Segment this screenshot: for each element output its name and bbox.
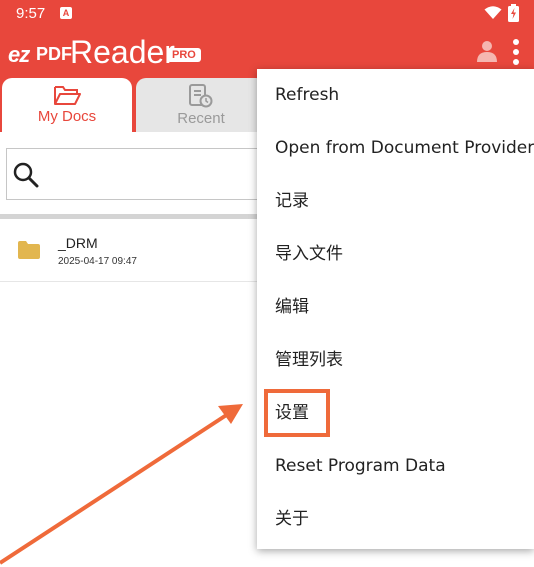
menu-item-history[interactable]: 记录	[257, 175, 534, 228]
menu-item-about[interactable]: 关于	[257, 493, 534, 546]
menu-item-import-file[interactable]: 导入文件	[257, 228, 534, 281]
menu-item-edit[interactable]: 编辑	[257, 281, 534, 334]
menu-item-refresh[interactable]: Refresh	[257, 69, 534, 122]
overflow-menu: Refresh Open from Document Provider 记录 导…	[257, 69, 534, 549]
settings-highlight-box	[264, 389, 330, 437]
menu-item-reset-program-data[interactable]: Reset Program Data	[257, 440, 534, 493]
menu-item-manage-list[interactable]: 管理列表	[257, 334, 534, 387]
menu-item-open-from-document-provider[interactable]: Open from Document Provider	[257, 122, 534, 175]
